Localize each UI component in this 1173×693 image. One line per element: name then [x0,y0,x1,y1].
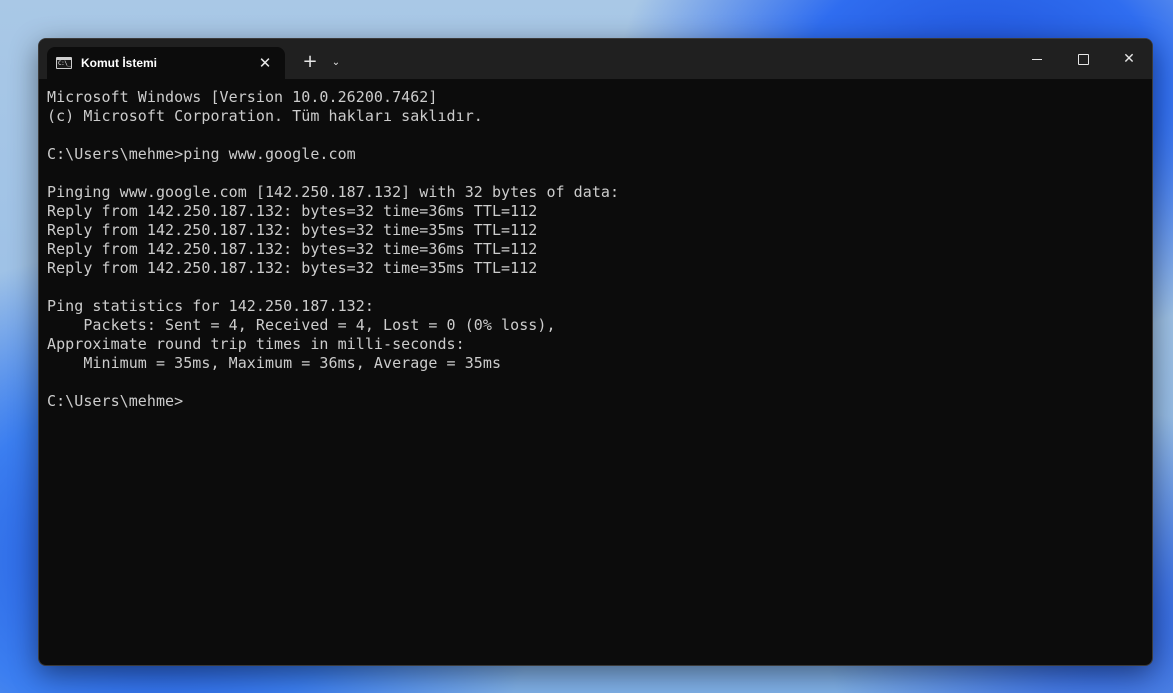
close-icon: ✕ [1123,51,1135,67]
minimize-button[interactable] [1014,39,1060,79]
console-line: Reply from 142.250.187.132: bytes=32 tim… [47,221,538,239]
tab-close-icon[interactable]: ✕ [257,55,273,71]
console-line: Reply from 142.250.187.132: bytes=32 tim… [47,202,538,220]
new-tab-button[interactable]: + [295,47,325,79]
console-line: C:\Users\mehme> [47,392,184,410]
console-line: Reply from 142.250.187.132: bytes=32 tim… [47,240,538,258]
console-line: Reply from 142.250.187.132: bytes=32 tim… [47,259,538,277]
console-line: Pinging www.google.com [142.250.187.132]… [47,183,620,201]
console-line: C:\Users\mehme>ping www.google.com [47,145,356,163]
cmd-icon: C:\_ [56,57,72,69]
maximize-button[interactable] [1060,39,1106,79]
console-output[interactable]: Microsoft Windows [Version 10.0.26200.74… [47,88,1144,411]
console-line: Ping statistics for 142.250.187.132: [47,297,374,315]
window-controls: ✕ [1014,39,1152,79]
terminal-window: C:\_ Komut İstemi ✕ + ⌄ ✕ Microsoft Wind… [38,38,1153,666]
minimize-icon [1032,58,1042,60]
console-line: Approximate round trip times in milli-se… [47,335,465,353]
tab-command-prompt[interactable]: C:\_ Komut İstemi ✕ [47,47,285,79]
close-button[interactable]: ✕ [1106,39,1152,79]
console-line: Minimum = 35ms, Maximum = 36ms, Average … [47,354,502,372]
title-bar[interactable]: C:\_ Komut İstemi ✕ + ⌄ ✕ [39,39,1152,79]
console-line: Packets: Sent = 4, Received = 4, Lost = … [47,316,556,334]
chevron-down-icon[interactable]: ⌄ [325,47,347,79]
console-line: (c) Microsoft Corporation. Tüm hakları s… [47,107,483,125]
console-line: Microsoft Windows [Version 10.0.26200.74… [47,88,438,106]
maximize-icon [1077,53,1089,65]
tab-title: Komut İstemi [81,56,158,70]
